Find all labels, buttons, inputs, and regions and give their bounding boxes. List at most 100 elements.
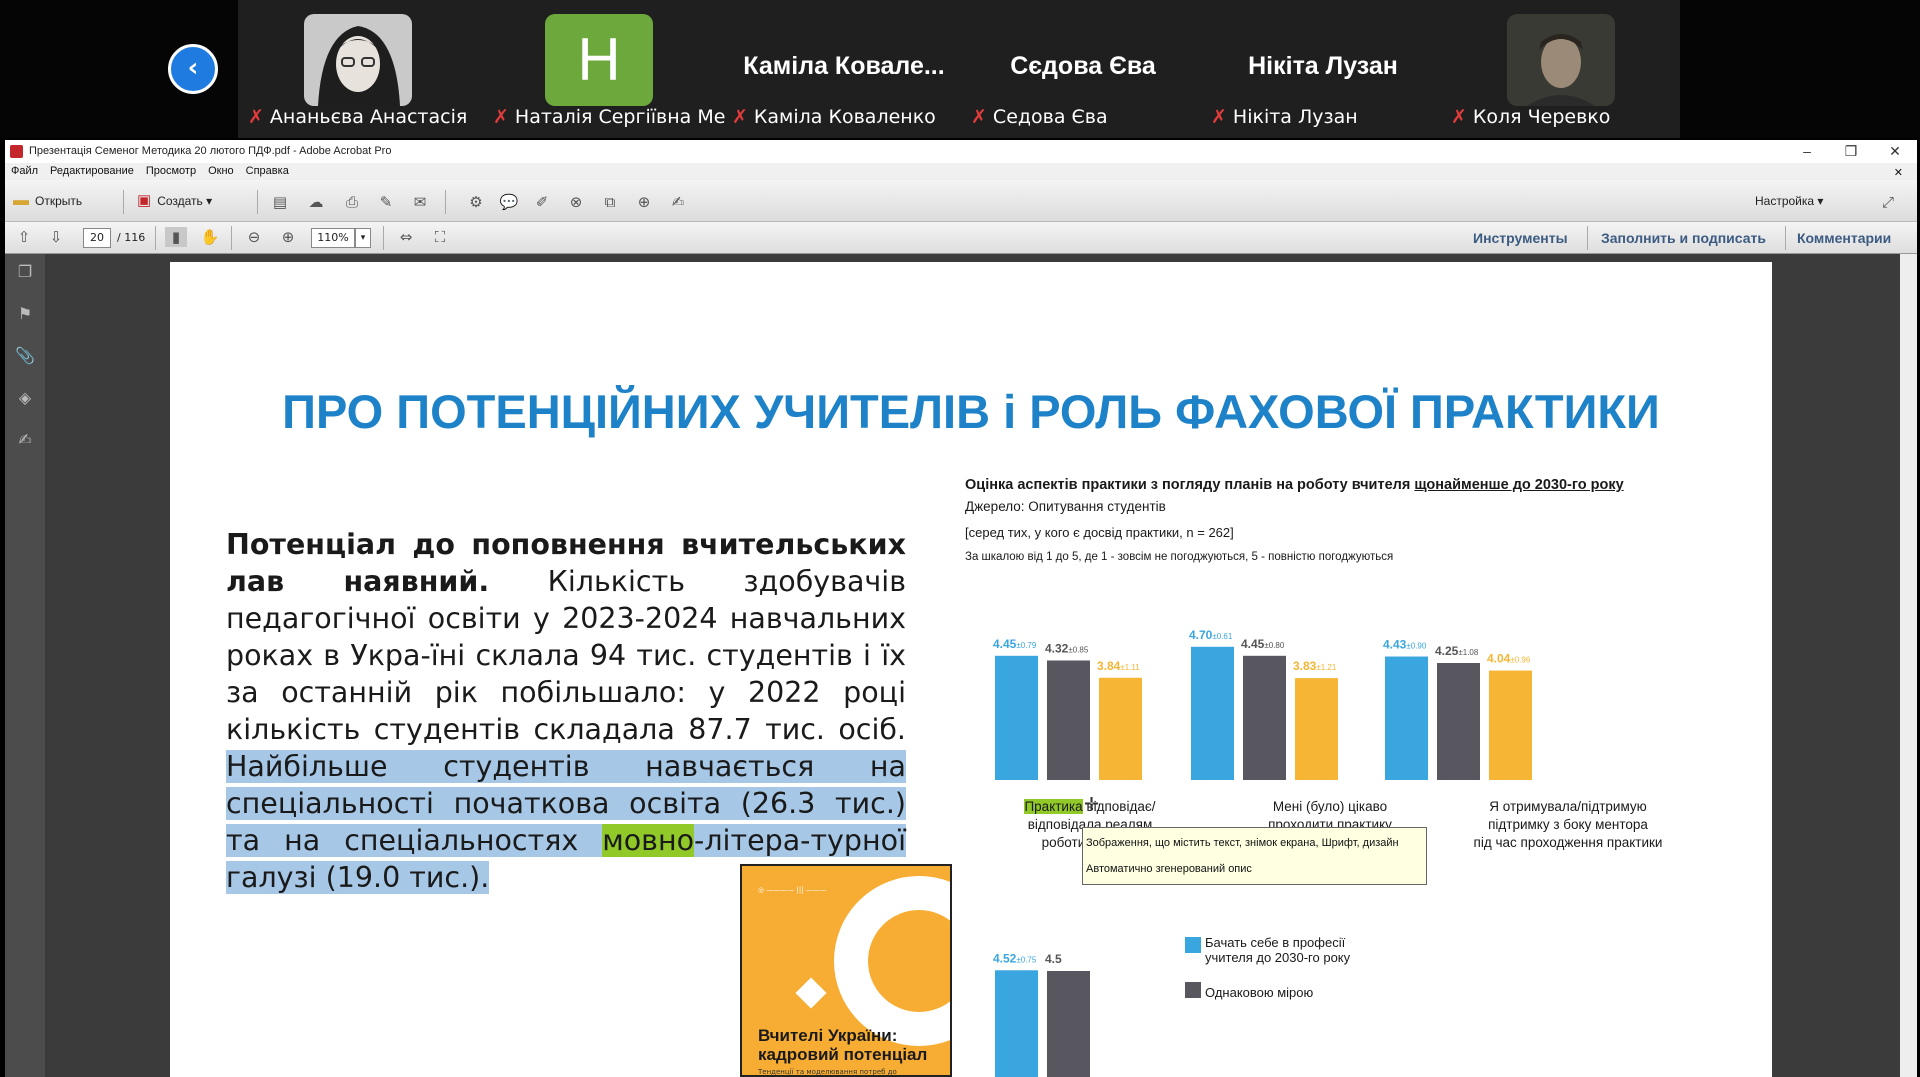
participant-name: ✗ Ананьєва Анастасія: [248, 106, 468, 128]
cover-subtitle: Тенденції та моделювання потреб до 2030 …: [758, 1068, 897, 1076]
delete-page-icon[interactable]: ⊗: [565, 192, 587, 212]
select-tool-icon[interactable]: ▮: [165, 227, 187, 247]
bar-value-label: 3.84±1.11: [1097, 659, 1140, 673]
title-bar: Презентація Семеног Методика 20 лютого П…: [5, 140, 1917, 163]
chart-bar: [1047, 971, 1090, 1077]
toolbar-divider: [257, 190, 258, 214]
toolbar-divider: [155, 226, 156, 250]
chart-bar: [1385, 656, 1428, 780]
report-cover-image: ◎ ———— ||| ——— Вчителі України: кадровий…: [740, 864, 952, 1077]
cloud-upload-icon[interactable]: ☁: [305, 192, 327, 212]
legend-swatch: [1185, 982, 1201, 998]
back-icon[interactable]: ‹: [168, 44, 218, 94]
toolbar-divider: [1785, 226, 1786, 250]
bar-value-label: 4.45±0.80: [1241, 637, 1285, 651]
tab-tools[interactable]: Инструменты: [1473, 230, 1568, 246]
close-document-icon[interactable]: ✕: [1888, 164, 1909, 179]
bar-value-label: 4.32±0.85: [1045, 641, 1089, 655]
fit-width-icon[interactable]: ⇔: [395, 227, 417, 247]
menu-file[interactable]: Файл: [5, 163, 44, 177]
save-icon[interactable]: ▤: [269, 192, 291, 212]
layers-icon[interactable]: ◈: [14, 388, 36, 410]
acrobat-icon: [10, 145, 23, 158]
create-pdf-icon: ▣: [137, 192, 152, 209]
page-number-input[interactable]: 20: [83, 228, 111, 248]
fit-page-icon[interactable]: ⛶: [429, 227, 451, 247]
extract-page-icon[interactable]: ⧉: [599, 192, 621, 212]
edit-icon[interactable]: ✎: [375, 192, 397, 212]
prev-page-icon[interactable]: ⇧: [13, 227, 35, 247]
chart-bar: [1047, 660, 1090, 780]
customize-button[interactable]: Настройка ▾: [1755, 188, 1845, 214]
participant-avatar: [304, 14, 412, 106]
alt-text-tooltip: Зображення, що містить текст, знімок екр…: [1082, 827, 1427, 885]
participant-tile[interactable]: Сєдова Єва ✗ Седова Єва: [963, 0, 1203, 138]
zoom-out-icon[interactable]: ⊖: [243, 227, 265, 247]
zoom-dropdown-icon[interactable]: ▾: [355, 228, 371, 248]
settings-gear-icon[interactable]: ⚙: [465, 192, 487, 212]
highlight-icon[interactable]: ✐: [531, 192, 553, 212]
page-thumbnails-icon[interactable]: ❐: [14, 262, 36, 284]
hand-tool-icon[interactable]: ✋: [199, 227, 221, 247]
participant-tile[interactable]: Нікіта Лузан ✗ Нікіта Лузан: [1203, 0, 1443, 138]
next-page-icon[interactable]: ⇩: [45, 227, 67, 247]
menu-view[interactable]: Просмотр: [140, 163, 202, 177]
chart-bar: [1099, 677, 1142, 780]
participant-tile[interactable]: Каміла Ковале... ✗ Каміла Коваленко: [724, 0, 964, 138]
toolbar-divider: [383, 226, 384, 250]
navigation-pane: ❐ ⚑ 📎 ◈ ✍: [5, 254, 45, 1077]
toolbar-divider: [1587, 226, 1588, 250]
acrobat-window: Презентація Семеног Методика 20 лютого П…: [5, 140, 1917, 1077]
menu-window[interactable]: Окно: [202, 163, 240, 177]
chart-bar: [1489, 670, 1532, 780]
comment-icon[interactable]: 💬: [498, 192, 520, 212]
toolbar-divider: [123, 190, 124, 214]
bar-value-label: 4.5: [1045, 952, 1062, 966]
insert-page-icon[interactable]: ⊕: [633, 192, 655, 212]
restore-icon[interactable]: ❐: [1829, 140, 1873, 163]
signature-icon[interactable]: ✍: [14, 430, 36, 452]
bar-value-label: 4.45±0.79: [993, 637, 1037, 651]
tooltip-line: Зображення, що містить текст, знімок екр…: [1086, 837, 1399, 849]
participant-tile[interactable]: ✗ Коля Черевко: [1443, 0, 1683, 138]
participant-name: ✗Наталія Сергіївна Мед...: [493, 106, 725, 128]
participant-name: ✗ Нікіта Лузан: [1211, 106, 1358, 128]
mic-muted-icon: ✗: [971, 106, 987, 128]
expand-icon[interactable]: ⤢: [1877, 192, 1899, 212]
bar-value-label: 4.52±0.75: [993, 951, 1037, 965]
mic-muted-icon: ✗: [1451, 106, 1467, 128]
mic-muted-icon: ✗: [248, 106, 264, 128]
tab-comments[interactable]: Комментарии: [1797, 230, 1891, 246]
screen: ‹ ✗ Ананьєва Анастасія Н ✗ Наталія Сергіїв…: [0, 0, 1920, 1077]
participant-avatar: [1507, 14, 1615, 106]
vertical-scrollbar[interactable]: [1900, 254, 1917, 1077]
zoom-in-icon[interactable]: ⊕: [277, 227, 299, 247]
chart-bar: [995, 970, 1038, 1077]
crosshair-cursor-icon: ✛: [1084, 794, 1100, 815]
bar-value-label: 4.70±0.61: [1189, 628, 1233, 642]
participant-tile[interactable]: ✗ Ананьєва Анастасія: [240, 0, 480, 138]
cover-logo: ◎ ———— ||| ———: [758, 886, 827, 894]
close-icon[interactable]: ✕: [1873, 140, 1917, 163]
cover-diamond: [795, 977, 827, 1009]
menu-edit[interactable]: Редактирование: [44, 163, 140, 177]
mic-muted-icon: ✗: [732, 106, 748, 128]
email-icon[interactable]: ✉: [409, 192, 431, 212]
menu-bar: Файл Редактирование Просмотр Окно Справка ✕: [5, 163, 1917, 180]
toolbar-divider: [231, 226, 232, 250]
sign-icon[interactable]: ✍: [667, 192, 689, 212]
highlighted-word[interactable]: мовно: [602, 824, 695, 857]
minimize-icon[interactable]: –: [1785, 140, 1829, 163]
create-button[interactable]: ▣ Создать ▾: [137, 188, 247, 214]
menu-help[interactable]: Справка: [240, 163, 295, 177]
chart-bar: [1437, 663, 1480, 780]
zoom-input[interactable]: 110%: [311, 228, 355, 248]
tab-fill-sign[interactable]: Заполнить и подписать: [1601, 230, 1766, 246]
open-button[interactable]: ▬ Открыть: [13, 188, 118, 214]
participant-name: ✗ Каміла Коваленко: [732, 106, 936, 128]
bookmark-icon[interactable]: ⚑: [14, 304, 36, 326]
print-icon[interactable]: ⎙: [341, 192, 363, 212]
body-paragraph: Потенціал до поповнення вчительських лав…: [226, 526, 906, 896]
attachment-icon[interactable]: 📎: [14, 346, 36, 368]
participant-tile[interactable]: Н ✗Наталія Сергіївна Мед...: [485, 0, 725, 138]
